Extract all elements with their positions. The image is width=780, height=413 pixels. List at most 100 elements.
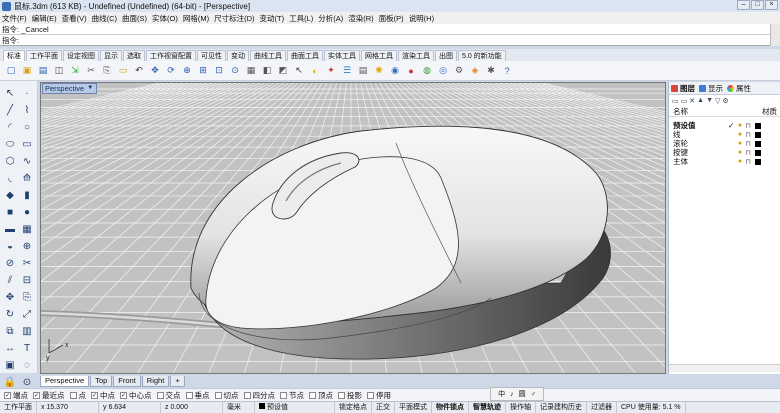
- status-ortho[interactable]: 正交: [372, 401, 395, 413]
- arc-icon[interactable]: ◜: [2, 119, 18, 135]
- light-bulb-icon[interactable]: ●: [736, 158, 744, 166]
- menu-item-13[interactable]: 说明(H): [409, 13, 434, 24]
- layer-color-swatch[interactable]: [755, 131, 761, 138]
- light-bulb-icon[interactable]: ●: [736, 149, 744, 157]
- join-icon[interactable]: ⊕: [19, 238, 35, 254]
- zoom-icon[interactable]: ⊕: [180, 64, 194, 78]
- toolbar-tab-7[interactable]: 变动: [227, 50, 249, 61]
- menu-item-4[interactable]: 曲面(S): [122, 13, 147, 24]
- osnap-1[interactable]: ✓ 最近点: [33, 390, 65, 401]
- osnap-10[interactable]: 顶点: [309, 390, 333, 401]
- osnap-6[interactable]: 垂点: [185, 390, 210, 401]
- lights-icon[interactable]: ✺: [372, 64, 386, 78]
- tools-icon[interactable]: ⚙: [722, 97, 728, 105]
- menu-item-2[interactable]: 查看(V): [62, 13, 87, 24]
- command-scrollbar[interactable]: [770, 24, 780, 46]
- checkbox-icon[interactable]: [243, 391, 251, 399]
- tab-properties[interactable]: 属性: [727, 83, 751, 94]
- four-viewports-icon[interactable]: ▦: [244, 64, 258, 78]
- toolbar-tab-8[interactable]: 曲线工具: [250, 50, 286, 61]
- panel-scrollbar[interactable]: [669, 364, 780, 372]
- toolbar-tab-13[interactable]: 出图: [435, 50, 457, 61]
- curve-icon[interactable]: ∿: [19, 153, 35, 169]
- checkbox-icon[interactable]: ✓: [91, 391, 98, 399]
- scale-icon[interactable]: ⤢: [19, 306, 35, 322]
- mesh-icon[interactable]: ▦: [19, 221, 35, 237]
- new-layer-icon[interactable]: ▭: [672, 97, 679, 105]
- save-icon[interactable]: ▤: [36, 64, 50, 78]
- light-bulb-icon[interactable]: ●: [736, 140, 744, 148]
- menu-item-8[interactable]: 变动(T): [260, 13, 285, 24]
- filter-icon[interactable]: ▽: [715, 97, 720, 105]
- osnap-3[interactable]: ✓ 中点: [91, 390, 115, 401]
- toolbar-tab-9[interactable]: 曲面工具: [287, 50, 323, 61]
- checkbox-icon[interactable]: [156, 391, 164, 399]
- mini-control-3[interactable]: ♂: [531, 391, 536, 398]
- circle-icon[interactable]: ○: [19, 119, 35, 135]
- undo-icon[interactable]: ↶: [132, 64, 146, 78]
- layer-color-swatch[interactable]: [755, 140, 761, 147]
- line-icon[interactable]: ╱: [2, 102, 18, 118]
- checkbox-icon[interactable]: ✓: [33, 391, 40, 399]
- menu-item-10[interactable]: 分析(A): [318, 13, 343, 24]
- mini-control-2[interactable]: 圆: [519, 389, 526, 399]
- osnap-11[interactable]: 投影: [338, 390, 362, 401]
- hide-icon[interactable]: ◌: [19, 357, 35, 373]
- zoom-window-icon[interactable]: ⊞: [196, 64, 210, 78]
- lock-icon[interactable]: ⊓: [744, 158, 752, 166]
- osnap-2[interactable]: 点: [69, 390, 86, 401]
- array-icon[interactable]: ▥: [19, 323, 35, 339]
- zoom-selected-icon[interactable]: ⊙: [228, 64, 242, 78]
- layer-color-swatch[interactable]: [755, 122, 761, 129]
- boolean-icon[interactable]: ◒: [2, 238, 18, 254]
- mini-control-0[interactable]: 中: [498, 389, 505, 399]
- rotate-view-icon[interactable]: ⟳: [164, 64, 178, 78]
- paste-icon[interactable]: ▭: [116, 64, 130, 78]
- toolbar-tab-14[interactable]: 5.0 的新功能: [458, 50, 506, 61]
- group-icon[interactable]: ⊟: [19, 272, 35, 288]
- tab-layers[interactable]: 图层: [671, 83, 695, 94]
- tab-viewport-front[interactable]: Front: [113, 376, 141, 387]
- select-icon[interactable]: ↖: [292, 64, 306, 78]
- print-icon[interactable]: ◫: [52, 64, 66, 78]
- copy-icon[interactable]: ⎘: [100, 64, 114, 78]
- layer-color-swatch[interactable]: [755, 158, 761, 165]
- status-plane[interactable]: 工作平面: [0, 401, 37, 413]
- new-file-icon[interactable]: ▢: [4, 64, 18, 78]
- checkbox-icon[interactable]: [367, 391, 374, 399]
- options-icon[interactable]: ⚙: [452, 64, 466, 78]
- tab-viewport-right[interactable]: Right: [141, 376, 170, 387]
- osnap-7[interactable]: 切点: [214, 390, 239, 401]
- checkbox-icon[interactable]: [185, 391, 193, 399]
- polyline-icon[interactable]: ⌇: [19, 102, 35, 118]
- help-icon[interactable]: ?: [500, 64, 514, 78]
- menu-item-6[interactable]: 网格(M): [183, 13, 209, 24]
- gear-icon[interactable]: ✱: [484, 64, 498, 78]
- trim-icon[interactable]: ✂: [19, 255, 35, 271]
- status-history[interactable]: 记录建构历史: [536, 401, 587, 413]
- add-viewport-tab[interactable]: +: [170, 376, 185, 387]
- cut-icon[interactable]: ✂: [84, 64, 98, 78]
- lock-icon[interactable]: ⊓: [744, 122, 752, 130]
- select-arrow-icon[interactable]: ↖: [2, 85, 18, 101]
- construction-plane-icon[interactable]: ◩: [276, 64, 290, 78]
- explode-icon[interactable]: ⊘: [2, 255, 18, 271]
- osnap-5[interactable]: 交点: [156, 390, 181, 401]
- menu-item-12[interactable]: 面板(P): [379, 13, 404, 24]
- menu-item-0[interactable]: 文件(F): [2, 13, 27, 24]
- command-input[interactable]: 指令:: [0, 35, 770, 46]
- tab-viewport-top[interactable]: Top: [90, 376, 113, 387]
- column-material[interactable]: 材质: [762, 106, 777, 116]
- layer-color-swatch[interactable]: [755, 149, 761, 156]
- minimize-icon[interactable]: –: [737, 0, 750, 10]
- tab-display[interactable]: 显示: [699, 83, 723, 94]
- text-icon[interactable]: T: [19, 340, 35, 356]
- checkbox-icon[interactable]: ✓: [120, 391, 127, 399]
- fillet-curve-icon[interactable]: ◟: [2, 170, 18, 186]
- layer-icon[interactable]: ☰: [340, 64, 354, 78]
- mini-control-1[interactable]: ♪: [510, 391, 514, 398]
- named-view-icon[interactable]: ◧: [260, 64, 274, 78]
- new-sublayer-icon[interactable]: ▭: [681, 97, 688, 105]
- tab-viewport-perspective[interactable]: Perspective: [40, 376, 90, 387]
- hide-icon[interactable]: ◐: [308, 64, 322, 78]
